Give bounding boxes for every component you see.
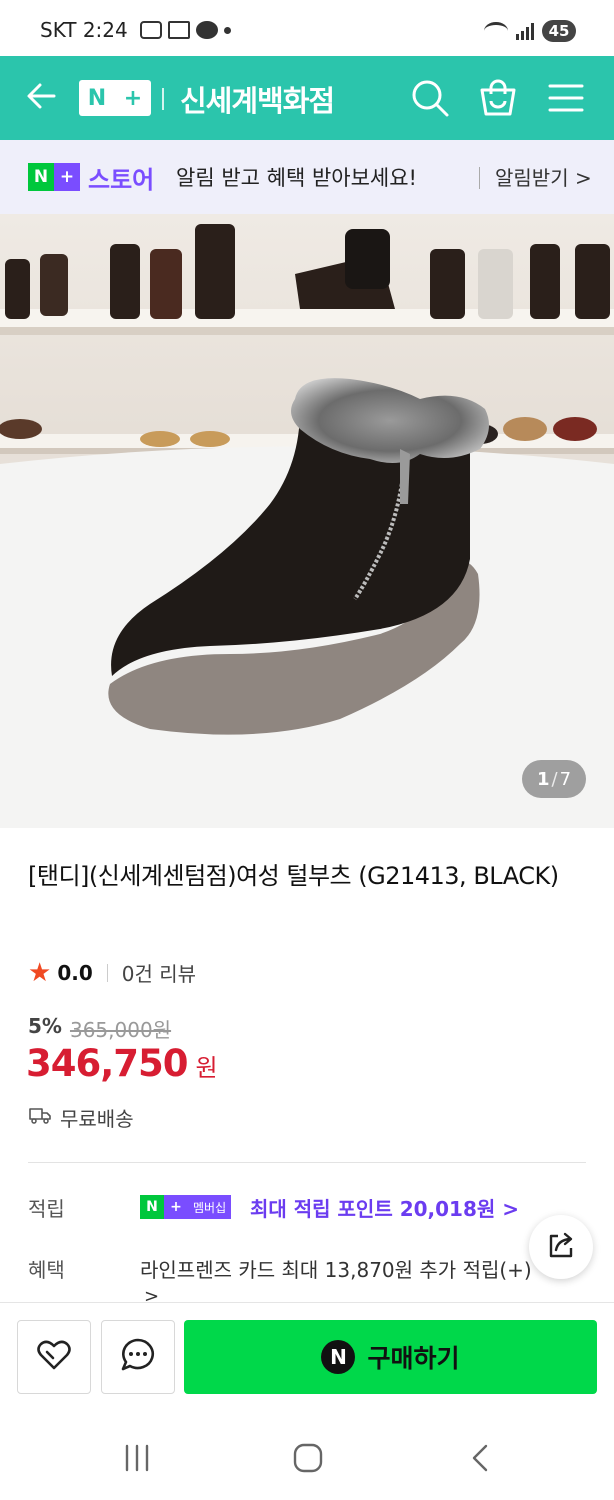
menu-icon[interactable] xyxy=(544,76,588,120)
image-counter: 1 / 7 xyxy=(522,760,586,798)
carrier-time: SKT 2:24 xyxy=(40,18,128,42)
points-label: 적립 xyxy=(28,1197,65,1221)
member-badge-plus: + xyxy=(164,1195,188,1219)
logo-n: N xyxy=(87,85,107,111)
discount-row: 5% 365,000원 xyxy=(28,1014,171,1043)
star-icon: ★ xyxy=(28,957,52,988)
wifi-icon xyxy=(484,22,508,40)
price-row: 346,750 원 xyxy=(26,1042,218,1085)
member-badge-n: N xyxy=(140,1195,164,1219)
action-bar: N 구매하기 xyxy=(0,1302,614,1414)
benefit-label: 혜택 xyxy=(28,1258,65,1282)
image-counter-current: 1 xyxy=(536,768,550,790)
banner-message: 알림 받고 혜택 받아보세요! xyxy=(176,166,417,190)
notification-dot-icon xyxy=(223,26,231,34)
recent-apps-icon[interactable] xyxy=(112,1438,162,1478)
membership-badge: N + 멤버십 xyxy=(140,1195,232,1219)
rating-divider xyxy=(106,963,108,982)
benefit-text: 라인프렌즈 카드 최대 13,870원 추가 적립(+) xyxy=(140,1258,532,1282)
wishlist-button[interactable] xyxy=(17,1320,91,1394)
naver-pay-n-icon: N xyxy=(321,1340,356,1374)
image-counter-total: 7 xyxy=(559,768,572,790)
logo-plus: + xyxy=(123,85,143,111)
store-notification-banner[interactable]: N + 스토어 알림 받고 혜택 받아보세요! 알림받기 > xyxy=(0,140,614,214)
share-icon xyxy=(544,1228,578,1266)
review-count[interactable]: 0건 리뷰 xyxy=(122,958,196,987)
product-title: [탠디](신세계센텀점)여성 털부츠 (G21413, BLACK) xyxy=(28,862,559,890)
volte-icon xyxy=(167,21,190,39)
badge-plus: + xyxy=(54,163,80,191)
app-header: N + 신세계백화점 xyxy=(0,56,614,140)
home-icon[interactable] xyxy=(283,1438,333,1478)
talk-button[interactable] xyxy=(101,1320,175,1394)
image-counter-sep: / xyxy=(551,768,558,790)
product-image[interactable] xyxy=(0,214,614,828)
screenshot-icon xyxy=(139,21,162,39)
status-bar: SKT 2:24 45 xyxy=(0,0,614,56)
shopping-bag-icon[interactable] xyxy=(476,76,520,120)
naver-plus-badge: N + xyxy=(28,163,80,191)
discount-rate: 5% xyxy=(28,1014,62,1038)
section-divider xyxy=(28,1162,586,1163)
talk-icon xyxy=(195,21,218,39)
rating-row[interactable]: ★ 0.0 0건 리뷰 xyxy=(28,958,196,987)
notify-button[interactable]: 알림받기 > xyxy=(495,162,592,191)
naver-plus-logo[interactable]: N + xyxy=(79,80,151,116)
rating-value: 0.0 xyxy=(57,960,93,985)
back-icon[interactable] xyxy=(456,1438,506,1478)
shipping-text: 무료배송 xyxy=(60,1107,134,1131)
battery-indicator: 45 xyxy=(542,20,576,42)
price-unit: 원 xyxy=(195,1054,218,1082)
signal-icon xyxy=(516,22,534,40)
search-icon[interactable] xyxy=(408,76,452,120)
store-label: 스토어 xyxy=(88,166,155,194)
shipping-row: 무료배송 xyxy=(28,1103,134,1132)
buy-button[interactable]: N 구매하기 xyxy=(184,1320,597,1394)
chat-icon xyxy=(118,1335,158,1379)
store-title[interactable]: 신세계백화점 xyxy=(180,78,335,120)
member-badge-text: 멤버십 xyxy=(188,1195,232,1219)
share-button[interactable] xyxy=(529,1215,593,1279)
truck-icon xyxy=(28,1105,52,1130)
original-price: 365,000원 xyxy=(69,1018,172,1042)
badge-n: N xyxy=(28,163,54,191)
back-arrow-icon[interactable] xyxy=(22,76,62,116)
max-points-link[interactable]: 최대 적립 포인트 20,018원 > xyxy=(250,1193,519,1222)
sale-price: 346,750 xyxy=(26,1042,189,1085)
heart-icon xyxy=(34,1335,74,1379)
buy-label: 구매하기 xyxy=(367,1344,460,1373)
header-divider xyxy=(162,88,164,110)
banner-divider xyxy=(479,167,480,189)
system-nav-bar xyxy=(0,1414,614,1500)
